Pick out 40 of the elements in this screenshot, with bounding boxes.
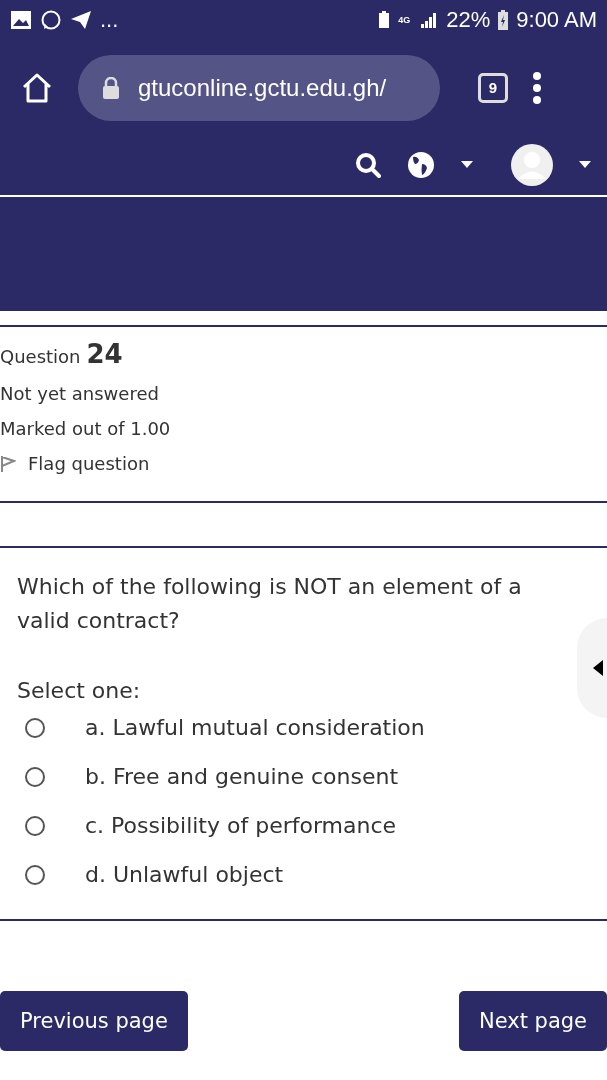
question-text: Which of the following is NOT an element of a valid contract? <box>17 573 523 635</box>
globe-icon[interactable] <box>407 151 435 179</box>
battery-saver-icon <box>378 11 391 29</box>
lock-icon <box>102 76 120 99</box>
flag-question-link[interactable]: Flag question <box>0 453 150 474</box>
caret-icon[interactable] <box>461 161 473 169</box>
caret-icon[interactable] <box>579 161 591 169</box>
more-notifications: ... <box>100 7 119 33</box>
option-label[interactable]: b. Free and genuine consent <box>85 764 399 789</box>
question-label: Question <box>0 346 81 367</box>
home-icon[interactable] <box>20 71 54 104</box>
url-text: gtuconline.gctu.edu.gh/ <box>138 73 387 102</box>
option-label[interactable]: a. Lawful mutual consideration <box>85 715 425 740</box>
answer-status: Not yet answered <box>0 383 160 404</box>
gallery-icon <box>10 10 32 30</box>
signal-icon <box>420 11 439 29</box>
select-prompt: Select one: <box>17 678 142 703</box>
tab-count-button[interactable]: 9 <box>478 72 508 103</box>
caret-icon <box>593 660 605 676</box>
marks-info: Marked out of 1.00 <box>0 418 172 439</box>
battery-icon <box>498 10 509 30</box>
avatar-icon[interactable] <box>511 144 553 186</box>
address-bar[interactable]: gtuconline.gctu.edu.gh/ <box>78 54 440 121</box>
battery-level: 22% <box>446 7 491 33</box>
previous-page-button[interactable]: Previous page <box>0 991 188 1051</box>
send-icon <box>70 10 92 30</box>
option-label[interactable]: d. Unlawful object <box>85 862 284 887</box>
chat-icon <box>40 9 62 31</box>
search-icon[interactable] <box>355 152 381 178</box>
network-type: 4G <box>398 15 412 25</box>
option-label[interactable]: c. Possibility of performance <box>85 813 397 838</box>
question-number: 24 <box>86 339 123 369</box>
flag-icon <box>0 454 16 473</box>
clock: 9:00 AM <box>516 7 597 33</box>
radio-button[interactable] <box>25 717 45 738</box>
radio-button[interactable] <box>25 815 45 836</box>
menu-icon[interactable] <box>532 70 542 105</box>
radio-button[interactable] <box>25 864 45 885</box>
next-page-button[interactable]: Next page <box>458 991 607 1051</box>
radio-button[interactable] <box>25 766 45 787</box>
